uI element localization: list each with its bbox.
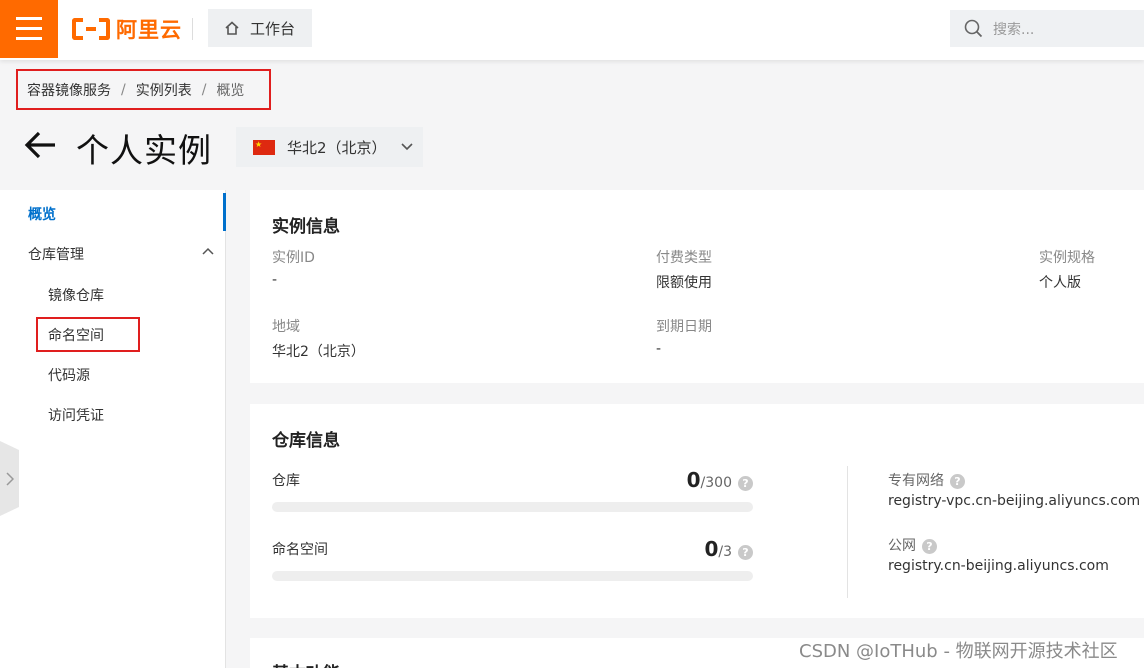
brand-name: 阿里云 [116, 18, 182, 42]
watermark: CSDN @IoTHub - 物联网开源技术社区 [799, 641, 1118, 662]
page-title: 个人实例 [76, 131, 212, 170]
logo-divider [192, 18, 193, 40]
field-label-expiry-date: 到期日期 [656, 319, 712, 335]
field-value-region: 华北2（北京） [272, 344, 365, 360]
china-flag-icon: ★ [253, 139, 275, 155]
namespace-count-value: 0 /3 ? [653, 537, 753, 561]
repo-count-value: 0 /300 ? [653, 468, 753, 492]
sidebar-group-label: 仓库管理 [28, 247, 84, 263]
instance-info-title: 实例信息 [272, 217, 340, 237]
repo-count-quota: /300 [700, 475, 732, 491]
repo-count-used: 0 [686, 468, 701, 492]
sidebar-item-access-credential[interactable]: 访问凭证 [48, 405, 104, 425]
field-value-expiry-date: - [656, 341, 662, 357]
field-value-instance-spec: 个人版 [1039, 275, 1081, 291]
public-endpoint-value[interactable]: registry.cn-beijing.aliyuncs.com [888, 558, 1109, 574]
vpc-endpoint-value[interactable]: registry-vpc.cn-beijing.aliyuncs.com [888, 493, 1140, 509]
repo-count-progress [272, 502, 753, 512]
region-label: 华北2（北京） [287, 138, 387, 157]
namespace-count-used: 0 [704, 537, 719, 561]
chevron-up-icon [202, 247, 214, 255]
sidebar-item-code-source[interactable]: 代码源 [48, 365, 90, 385]
namespace-highlight-box [36, 317, 140, 352]
help-icon[interactable]: ? [922, 538, 937, 554]
search-input[interactable]: 搜索... [950, 10, 1144, 47]
workbench-button[interactable]: 工作台 [208, 9, 312, 47]
breadcrumb-separator: / [201, 81, 207, 98]
chevron-right-icon [5, 471, 14, 486]
search-placeholder: 搜索... [993, 21, 1035, 38]
basic-features-title: 基本功能 [272, 659, 340, 668]
aliyun-logo[interactable]: 阿里云 [72, 15, 182, 43]
help-icon[interactable]: ? [950, 473, 965, 489]
field-label-region: 地域 [272, 319, 300, 335]
sidebar-collapse-toggle[interactable] [0, 441, 19, 516]
namespace-count-label: 命名空间 [272, 542, 328, 558]
aliyun-logo-mark [72, 18, 110, 40]
namespace-count-quota: /3 [718, 544, 732, 560]
breadcrumb-item-current: 概览 [216, 82, 245, 99]
field-value-instance-id: - [272, 272, 278, 288]
namespace-count-progress [272, 571, 753, 581]
sidebar-active-indicator [223, 193, 226, 231]
search-icon [964, 19, 983, 38]
chevron-down-icon [400, 143, 413, 151]
field-value-billing-type: 限额使用 [656, 275, 712, 291]
breadcrumb-item-instances[interactable]: 实例列表 [136, 80, 192, 100]
field-label-instance-spec: 实例规格 [1039, 250, 1095, 266]
breadcrumb: 容器镜像服务 / 实例列表 / 概览 [16, 69, 271, 110]
field-label-billing-type: 付费类型 [656, 250, 712, 266]
public-endpoint-label-text: 公网 [888, 538, 916, 554]
back-arrow-icon[interactable] [24, 130, 58, 160]
repo-info-title: 仓库信息 [272, 431, 340, 451]
field-label-instance-id: 实例ID [272, 250, 315, 266]
breadcrumb-separator: / [121, 81, 126, 98]
region-selector[interactable]: ★ 华北2（北京） [236, 127, 423, 167]
vpc-endpoint-label-text: 专有网络 [888, 473, 944, 489]
hamburger-icon[interactable] [0, 0, 58, 58]
sidebar-item-overview[interactable]: 概览 [28, 204, 56, 224]
help-icon[interactable]: ? [738, 476, 753, 491]
workbench-label: 工作台 [250, 19, 296, 38]
top-bar: 阿里云 工作台 搜索... [0, 0, 1144, 60]
help-icon[interactable]: ? [738, 545, 753, 560]
sidebar-group-repo-management[interactable]: 仓库管理 [28, 244, 214, 264]
breadcrumb-item-service[interactable]: 容器镜像服务 [27, 80, 111, 100]
repo-count-label: 仓库 [272, 473, 300, 489]
vpc-endpoint-label: 专有网络? [888, 470, 965, 490]
sidebar-item-image-repo[interactable]: 镜像仓库 [48, 285, 104, 305]
public-endpoint-label: 公网? [888, 535, 937, 555]
home-icon [225, 21, 239, 35]
section-divider [847, 466, 848, 598]
